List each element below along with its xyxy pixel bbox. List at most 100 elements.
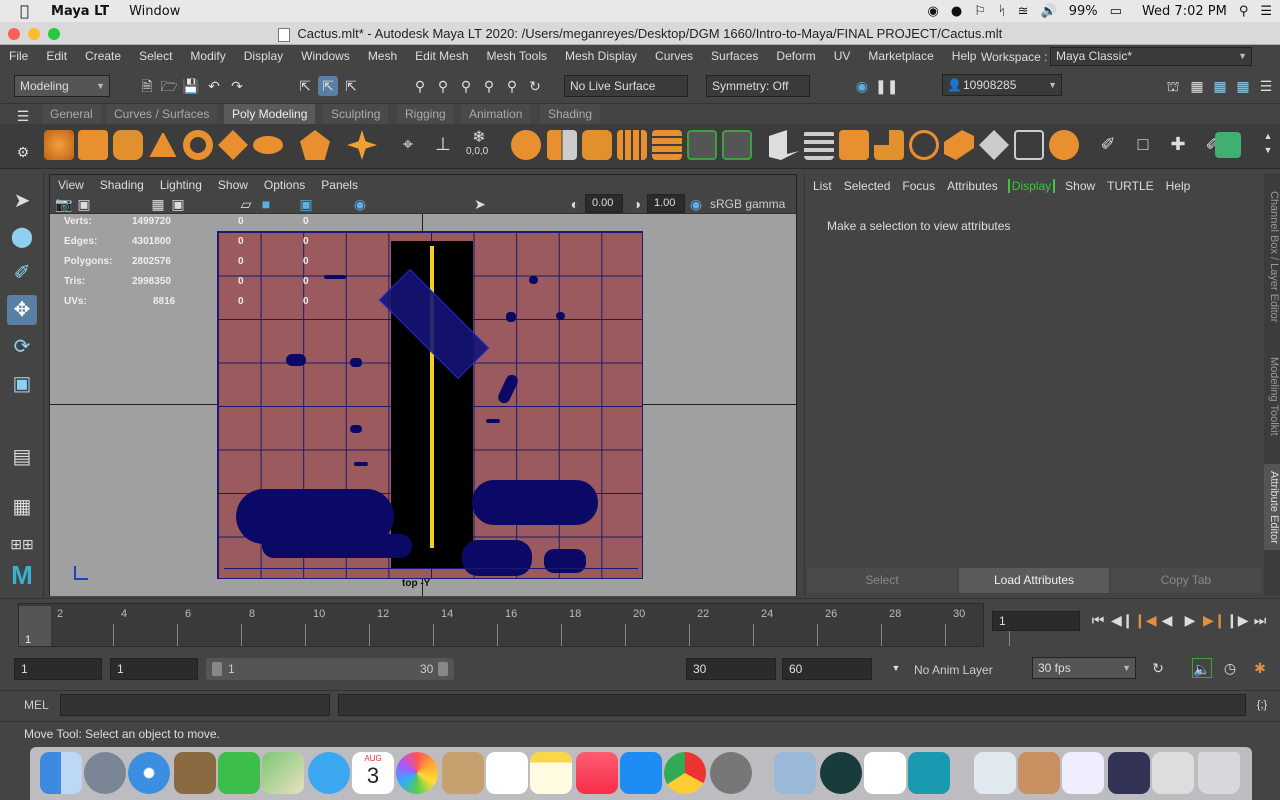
merge-icon[interactable]: [1014, 130, 1044, 160]
spotlight-icon[interactable]: ⚲: [1239, 4, 1249, 19]
platonic-solid-icon[interactable]: [300, 130, 330, 160]
clock[interactable]: Wed 7:02 PM: [1142, 4, 1227, 19]
slide-edge-icon[interactable]: ✚: [1168, 134, 1188, 154]
rock-small[interactable]: [354, 462, 368, 466]
tab-general[interactable]: General: [42, 104, 101, 124]
select-component-icon[interactable]: ⇱: [341, 76, 361, 96]
record-icon[interactable]: ◉: [852, 76, 872, 96]
attr-menu-help[interactable]: Help: [1160, 179, 1197, 193]
bookmark-icon[interactable]: ▣: [74, 194, 94, 214]
rock-small[interactable]: [506, 312, 516, 322]
photos-icon[interactable]: [396, 752, 438, 794]
range-handle-left[interactable]: [212, 662, 222, 676]
character-icon[interactable]: ✱: [1250, 658, 1270, 678]
menu-mesh-display[interactable]: Mesh Display: [556, 49, 646, 63]
creative-cloud-icon[interactable]: ◉: [928, 4, 939, 19]
ground-plane[interactable]: [217, 231, 643, 579]
preview-eagle-icon[interactable]: [174, 752, 216, 794]
rock-small[interactable]: [286, 354, 306, 366]
menu-modify[interactable]: Modify: [181, 49, 234, 63]
layout-list-icon[interactable]: ▦: [1210, 76, 1230, 96]
step-back-key-icon[interactable]: ◀❙: [1111, 610, 1134, 630]
messages-icon[interactable]: [308, 752, 350, 794]
trash-icon[interactable]: [1198, 752, 1240, 794]
viewport-3d[interactable]: Verts: 1499720 0 0 Edges: 4301800 0 0 Po…: [50, 214, 796, 596]
select-button[interactable]: Select: [807, 568, 957, 593]
documents-stack-icon[interactable]: [1152, 752, 1194, 794]
window-thumbnail-icon[interactable]: [1108, 752, 1150, 794]
edge-flow-icon[interactable]: □: [1133, 134, 1153, 154]
attr-menu-show[interactable]: Show: [1059, 179, 1101, 193]
poly-torus-icon[interactable]: [183, 130, 213, 160]
camera-icon[interactable]: 📷: [54, 194, 74, 214]
maya-lt-icon[interactable]: [908, 752, 950, 794]
volume-icon[interactable]: 🔊: [1041, 4, 1057, 19]
isolate-select-icon[interactable]: ➤: [470, 194, 490, 214]
undo-icon[interactable]: ↶: [204, 76, 224, 96]
append-polygon-icon[interactable]: [874, 130, 904, 160]
screenshot-stack-icon[interactable]: [1062, 752, 1104, 794]
menu-windows[interactable]: Windows: [292, 49, 359, 63]
current-frame-field[interactable]: 1: [992, 611, 1080, 631]
menu-edit-mesh[interactable]: Edit Mesh: [406, 49, 477, 63]
rock-small[interactable]: [556, 312, 565, 320]
smooth-icon[interactable]: [617, 130, 647, 160]
rock-small[interactable]: [324, 275, 346, 279]
finder-icon[interactable]: [40, 752, 82, 794]
zoom-window-button[interactable]: [48, 28, 60, 40]
go-to-end-icon[interactable]: ⏭: [1250, 610, 1270, 630]
bluetooth-icon[interactable]: ᛋ: [998, 4, 1006, 19]
menu-mesh[interactable]: Mesh: [359, 49, 406, 63]
snap-surface-icon[interactable]: ⚲: [502, 76, 522, 96]
panel-menu-show[interactable]: Show: [210, 178, 256, 192]
anim-layer-menu-icon[interactable]: ▼: [886, 658, 906, 678]
music-icon[interactable]: [576, 752, 618, 794]
bevel-icon[interactable]: [839, 130, 869, 160]
separate-icon[interactable]: [547, 130, 577, 160]
new-scene-icon[interactable]: 🗎: [137, 76, 157, 96]
rock-small[interactable]: [350, 425, 362, 433]
step-forward-frame-icon[interactable]: ▶❙: [1203, 610, 1226, 630]
select-hierarchy-icon[interactable]: ⇱: [295, 76, 315, 96]
rock-small[interactable]: [496, 372, 520, 406]
notes-icon[interactable]: [530, 752, 572, 794]
render-icon[interactable]: ⛫: [1163, 76, 1183, 96]
calendar-icon[interactable]: AUG 3: [352, 752, 394, 794]
multi-cut-icon[interactable]: [944, 130, 974, 160]
cactus-cluster-left-low[interactable]: [262, 534, 412, 558]
gamma-icon[interactable]: ◑: [627, 194, 647, 214]
workspace-dropdown[interactable]: Maya Classic* ▼: [1050, 47, 1252, 66]
poly-plane-icon[interactable]: [218, 130, 248, 160]
menu-edit[interactable]: Edit: [37, 49, 76, 63]
reduce-icon[interactable]: [652, 130, 682, 160]
downloads-stack-icon[interactable]: [974, 752, 1016, 794]
menu-marketplace[interactable]: Marketplace: [859, 49, 942, 63]
notification-center-icon[interactable]: ☰: [1260, 4, 1272, 19]
snap-curve-icon[interactable]: ⚲: [433, 76, 453, 96]
menu-help[interactable]: Help: [943, 49, 986, 63]
user-account-dropdown[interactable]: 👤 10908285 ▼: [942, 74, 1062, 96]
step-back-frame-icon[interactable]: ❙◀: [1134, 610, 1157, 630]
snap-grid-icon[interactable]: ⚲: [410, 76, 430, 96]
menu-create[interactable]: Create: [76, 49, 130, 63]
preview-icon[interactable]: [774, 752, 816, 794]
redo-icon[interactable]: ↷: [227, 76, 247, 96]
loop-icon[interactable]: ↻: [1148, 658, 1168, 678]
extrude-icon[interactable]: [769, 130, 799, 160]
exposure-field[interactable]: 0.00: [585, 194, 623, 213]
timeline-track[interactable]: 1 2 4 6 8 10 12 14 16 18 20 22 24 26 28 30: [18, 603, 1010, 647]
extract-icon[interactable]: [582, 130, 612, 160]
select-tool-icon[interactable]: ➤: [7, 186, 37, 216]
tab-rigging[interactable]: Rigging: [397, 104, 454, 124]
zbrush-core-icon[interactable]: [864, 752, 906, 794]
paint-select-tool-icon[interactable]: ✐: [7, 258, 37, 288]
system-preferences-icon[interactable]: [710, 752, 752, 794]
menu-surfaces[interactable]: Surfaces: [702, 49, 767, 63]
anim-layer-label[interactable]: No Anim Layer: [914, 663, 993, 677]
move-tool-icon[interactable]: ✥: [7, 295, 37, 325]
uv-editor-icon[interactable]: [1215, 132, 1241, 158]
shelf-menu-icon[interactable]: ☰: [13, 106, 33, 126]
current-time-indicator[interactable]: [19, 606, 51, 646]
sculpt-brush-icon[interactable]: ✐: [1098, 134, 1118, 154]
menu-set-dropdown[interactable]: Modeling ▼: [14, 75, 110, 97]
